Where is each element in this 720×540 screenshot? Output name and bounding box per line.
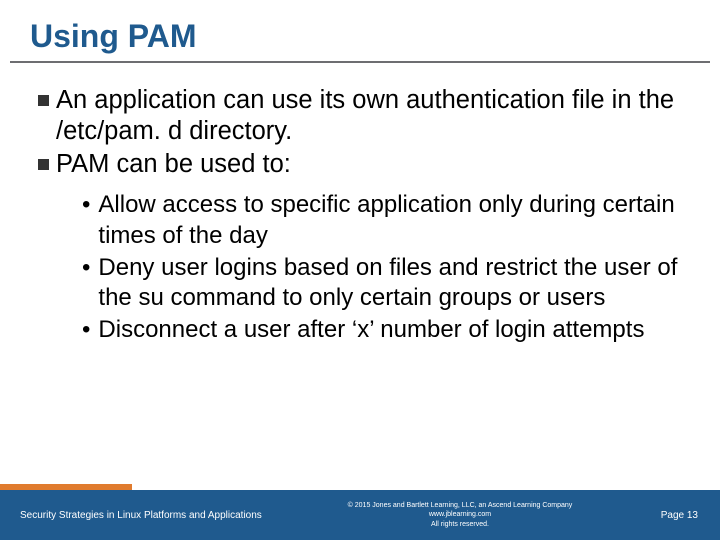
main-bullet-list: An application can use its own authentic…: [38, 85, 682, 180]
dot-bullet-icon: •: [82, 253, 90, 283]
slide: Using PAM An application can use its own…: [0, 0, 720, 540]
page-number: Page 13: [640, 510, 720, 521]
copyright-line: All rights reserved.: [280, 520, 640, 529]
footer-copyright: © 2015 Jones and Bartlett Learning, LLC,…: [280, 501, 640, 529]
list-item: An application can use its own authentic…: [38, 85, 682, 147]
slide-title: Using PAM: [0, 0, 720, 61]
dot-bullet-icon: •: [82, 315, 90, 345]
sub-bullet-text: Deny user logins based on files and rest…: [98, 253, 682, 313]
dot-bullet-icon: •: [82, 190, 90, 220]
square-bullet-icon: [38, 159, 49, 170]
list-item: PAM can be used to:: [38, 149, 682, 180]
list-item: • Allow access to specific application o…: [82, 190, 682, 250]
copyright-line: © 2015 Jones and Bartlett Learning, LLC,…: [280, 501, 640, 510]
sub-bullet-list: • Allow access to specific application o…: [38, 182, 682, 345]
sub-bullet-text: Allow access to specific application onl…: [98, 190, 682, 250]
list-item: • Deny user logins based on files and re…: [82, 253, 682, 313]
list-item: • Disconnect a user after ‘x’ number of …: [82, 315, 682, 345]
copyright-line: www.jblearning.com: [280, 510, 640, 519]
square-bullet-icon: [38, 95, 49, 106]
slide-content: An application can use its own authentic…: [0, 63, 720, 346]
slide-footer: Security Strategies in Linux Platforms a…: [0, 490, 720, 540]
sub-bullet-text: Disconnect a user after ‘x’ number of lo…: [98, 315, 644, 345]
footer-left-text: Security Strategies in Linux Platforms a…: [0, 510, 280, 521]
bullet-text: An application can use its own authentic…: [56, 85, 682, 147]
bullet-text: PAM can be used to:: [56, 149, 291, 180]
